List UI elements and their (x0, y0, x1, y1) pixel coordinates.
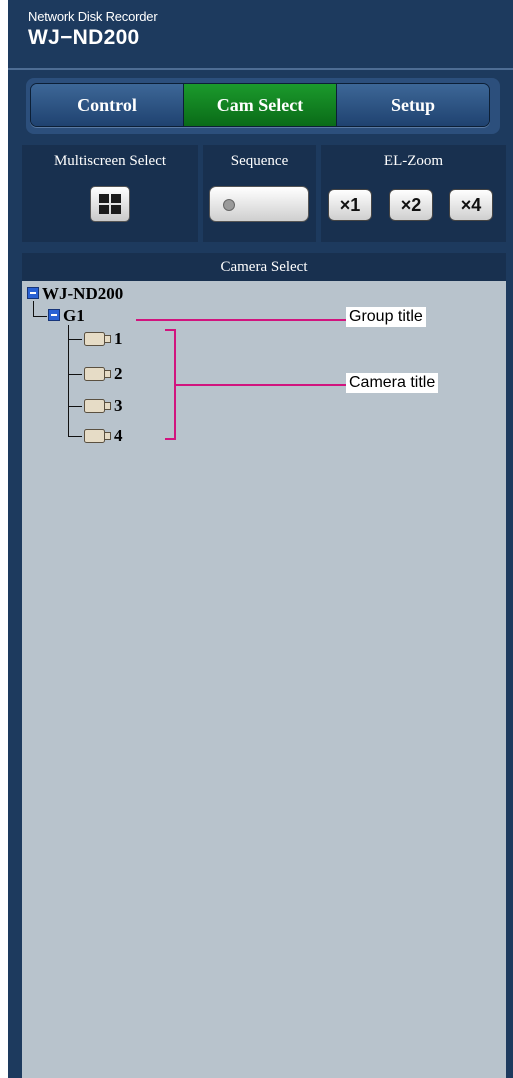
camera-select-header: Camera Select (22, 253, 506, 281)
collapse-root-icon[interactable] (27, 287, 39, 299)
el-zoom-label: EL-Zoom (383, 153, 444, 169)
group-title-callout-line (136, 319, 346, 321)
zoom-x2-button[interactable]: ×2 (389, 189, 433, 221)
zoom-x1-button[interactable]: ×1 (328, 189, 372, 221)
group-title-callout: Group title (346, 307, 426, 327)
camera-label: 4 (114, 426, 123, 445)
tree-connector (68, 339, 82, 340)
multiscreen-section: Multiscreen Select (22, 145, 198, 242)
tree-connector (68, 436, 82, 437)
multiscreen-button[interactable] (90, 186, 130, 222)
camera-title-callout: Camera title (346, 373, 439, 393)
el-zoom-section: EL-Zoom ×1 ×2 ×4 (321, 145, 506, 242)
tree-group-label[interactable]: G1 (63, 306, 85, 326)
quad-grid-icon (99, 194, 121, 214)
sequence-section: Sequence (203, 145, 316, 242)
camera-title-callout-line (174, 384, 346, 386)
app-title: WJ−ND200 (28, 26, 140, 49)
tab-control[interactable]: Control (31, 84, 184, 126)
camera-icon (84, 367, 111, 381)
tree-connector (68, 406, 82, 407)
app-header: Network Disk Recorder WJ−ND200 (8, 0, 513, 68)
sequence-button[interactable] (209, 186, 309, 222)
camera-bracket-bottom (165, 438, 175, 440)
tree-root-label[interactable]: WJ-ND200 (42, 284, 123, 304)
camera-icon (84, 332, 111, 346)
indicator-dot-icon (223, 199, 235, 211)
multiscreen-label: Multiscreen Select (53, 153, 167, 169)
camera-label: 2 (114, 364, 123, 383)
tree-connector (68, 374, 82, 375)
collapse-group-icon[interactable] (48, 309, 60, 321)
camera-select-panel: Camera Select WJ-ND200 G1 1 2 3 4 Group … (22, 253, 506, 1078)
app-subtitle: Network Disk Recorder (28, 9, 158, 24)
tree-connector (68, 325, 69, 436)
tab-cam-select[interactable]: Cam Select (184, 84, 337, 126)
header-divider (8, 68, 513, 70)
camera-icon (84, 429, 111, 443)
tree-connector (33, 301, 34, 317)
tree-connector (33, 316, 47, 317)
side-panel: Network Disk Recorder WJ−ND200 Control C… (8, 0, 513, 1078)
camera-label: 1 (114, 329, 123, 348)
tab-setup[interactable]: Setup (337, 84, 489, 126)
tab-bar: Control Cam Select Setup (30, 83, 490, 127)
zoom-x4-button[interactable]: ×4 (449, 189, 493, 221)
camera-label: 3 (114, 396, 123, 415)
camera-icon (84, 399, 111, 413)
sequence-label: Sequence (230, 153, 289, 169)
